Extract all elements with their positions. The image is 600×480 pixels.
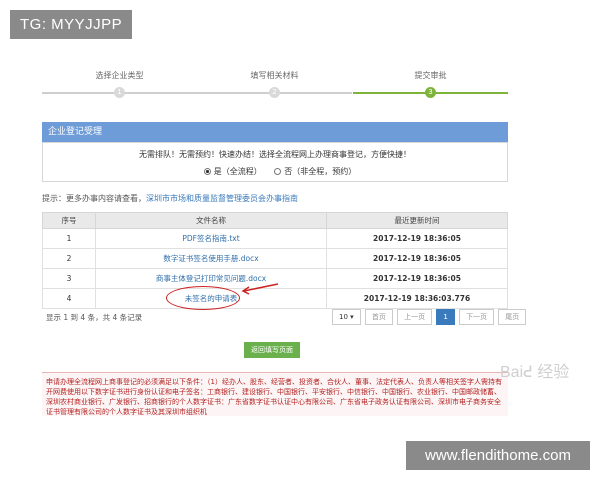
file-link[interactable]: 数字证书签名使用手册.docx — [95, 248, 327, 269]
row-date: 2017-12-19 18:36:05 — [326, 248, 508, 269]
row-number: 3 — [42, 268, 96, 289]
step-number: 3 — [425, 87, 436, 98]
first-page-button[interactable]: 首页 — [364, 309, 393, 325]
option-no-label[interactable]: 否（非全程，预约） — [284, 167, 356, 176]
step-select-type: 选择企业类型 1 — [42, 70, 197, 98]
prev-page-button[interactable]: 上一页 — [397, 309, 433, 325]
tip-prefix: 提示：更多办事内容请查看， — [42, 194, 146, 203]
watermark: Baiᕍ 经验 — [500, 364, 570, 381]
row-number: 1 — [42, 228, 96, 249]
step-label: 填写相关材料 — [250, 71, 299, 80]
row-date: 2017-12-19 18:36:03.776 — [326, 288, 508, 309]
tip-line: 提示：更多办事内容请查看，深圳市市场和质量监督管理委员会办事指南 — [42, 193, 298, 204]
table-row: 2 数字证书签名使用手册.docx 2017-12-19 18:36:05 — [42, 248, 508, 269]
arrow-icon — [241, 283, 279, 295]
highlight-circle — [166, 286, 240, 310]
pager-info: 显示 1 到 4 条，共 4 条记录 — [46, 313, 143, 322]
step-submit: 提交审批 3 — [353, 70, 508, 98]
file-link[interactable]: PDF签名指南.txt — [95, 228, 327, 249]
step-label: 选择企业类型 — [95, 71, 144, 80]
notice-box: 无需排队！无需预约！快速办结！选择全流程网上办理商事登记，方便快捷！ 是（全流程… — [42, 142, 508, 182]
col-header: 最近更新时间 — [326, 212, 508, 229]
step-label: 提交审批 — [414, 71, 447, 80]
option-yes-label[interactable]: 是（全流程） — [214, 167, 262, 176]
step-number: 2 — [269, 87, 280, 98]
row-date: 2017-12-19 18:36:05 — [326, 268, 508, 289]
col-header: 序号 — [42, 212, 96, 229]
back-button[interactable]: 返回填写页面 — [244, 342, 300, 358]
current-page[interactable]: 1 — [436, 309, 455, 325]
progress-steps: 选择企业类型 1 填写相关材料 2 提交审批 3 — [42, 70, 508, 106]
col-header: 文件名称 — [95, 212, 327, 229]
step-number: 1 — [114, 87, 125, 98]
table-row: 1 PDF签名指南.txt 2017-12-19 18:36:05 — [42, 228, 508, 249]
row-number: 4 — [42, 288, 96, 309]
site-tag: www.flendithome.com — [406, 441, 590, 470]
last-page-button[interactable]: 尾页 — [498, 309, 527, 325]
requirements-text: 申请办理全流程网上商事登记的必须满足以下条件：（1）经办人、股东、经营者、投资者… — [42, 372, 508, 416]
notice-text: 无需排队！无需预约！快速办结！选择全流程网上办理商事登记，方便快捷！ — [139, 150, 411, 159]
guide-link[interactable]: 深圳市市场和质量监督管理委员会办事指南 — [146, 194, 298, 203]
page-size-select[interactable]: 10 ▾ — [332, 309, 361, 325]
row-number: 2 — [42, 248, 96, 269]
radio-partial-process[interactable] — [274, 168, 282, 175]
process-options: 是（全流程） 否（非全程，预约） — [43, 166, 507, 177]
panel-title: 企业登记受理 — [42, 122, 508, 142]
pagination: 10 ▾ 首页 上一页 1 下一页 尾页 — [330, 309, 527, 325]
radio-full-process[interactable] — [203, 168, 211, 175]
row-date: 2017-12-19 18:36:05 — [326, 228, 508, 249]
next-page-button[interactable]: 下一页 — [459, 309, 495, 325]
overlay-tag: TG: MYYJJPP — [10, 10, 133, 39]
step-fill-materials: 填写相关材料 2 — [197, 70, 352, 98]
